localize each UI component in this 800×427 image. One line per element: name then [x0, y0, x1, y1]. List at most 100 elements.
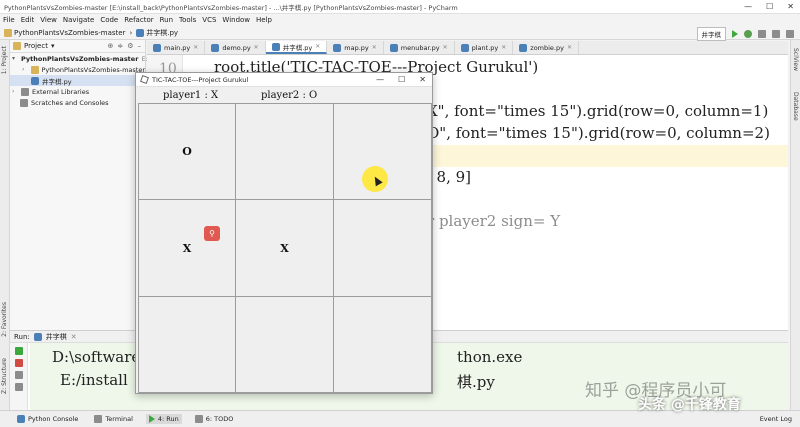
menu-help[interactable]: Help	[256, 16, 272, 24]
tab-demo[interactable]: demo.py ✕	[205, 41, 266, 54]
close-tab-icon[interactable]: ✕	[315, 43, 320, 50]
favorites-tool-button[interactable]: 2: Favorites	[1, 302, 8, 337]
close-tab-icon[interactable]: ✕	[443, 44, 448, 51]
todo-label: 6: TODO	[205, 415, 234, 423]
tree-item-file[interactable]: 井字棋.py	[10, 75, 145, 86]
tictactoe-window: TIC-TAC-TOE---Project Gurukul — ☐ ✕ play…	[135, 72, 433, 394]
menu-refactor[interactable]: Refactor	[124, 16, 153, 24]
sciview-tool-button[interactable]: SciView	[792, 48, 799, 71]
database-tool-button[interactable]: Database	[792, 92, 799, 121]
menu-window[interactable]: Window	[222, 16, 250, 24]
event-log-button[interactable]: Event Log	[760, 415, 792, 423]
project-panel: Project ▾ ⊕ ≑ ⚙ – ▾ PythonPlantsVsZombie…	[10, 40, 150, 330]
close-tab-icon[interactable]: ✕	[254, 44, 259, 51]
hide-icon[interactable]: –	[138, 42, 142, 50]
folder-icon	[30, 65, 39, 74]
debug-icon[interactable]	[744, 30, 752, 38]
player1-label: player1 : X	[163, 90, 219, 101]
project-panel-title[interactable]: Project	[24, 42, 48, 50]
menu-run[interactable]: Run	[160, 16, 173, 24]
board-cell-8[interactable]	[235, 296, 334, 393]
locate-icon[interactable]: ⊕	[107, 42, 113, 50]
menu-view[interactable]: View	[40, 16, 57, 24]
project-tool-button[interactable]: 1: Project	[1, 46, 8, 74]
tab-plant[interactable]: plant.py ✕	[455, 41, 514, 54]
close-tab-icon[interactable]: ✕	[372, 44, 377, 51]
chevron-right-icon[interactable]: ›	[12, 88, 18, 95]
close-tab-icon[interactable]: ✕	[193, 44, 198, 51]
coverage-icon[interactable]	[758, 30, 766, 38]
tree-item-external-libraries[interactable]: › External Libraries	[10, 86, 145, 97]
rerun-icon[interactable]	[15, 347, 23, 355]
structure-tool-button[interactable]: Z: Structure	[1, 358, 8, 394]
search-everywhere-icon[interactable]	[786, 30, 794, 38]
tab-map[interactable]: map.py ✕	[327, 41, 384, 54]
terminal-button[interactable]: Terminal	[91, 414, 135, 424]
menu-edit[interactable]: Edit	[21, 16, 35, 24]
close-button[interactable]: ✕	[787, 2, 794, 11]
tree-item-subfolder[interactable]: › PythonPlantsVsZombies-master	[10, 64, 145, 75]
chevron-right-icon[interactable]: ›	[22, 66, 28, 73]
python-file-icon	[389, 43, 398, 52]
tab-zombie[interactable]: zombie.py ✕	[513, 41, 580, 54]
tree-item-external-libraries-label: External Libraries	[32, 87, 90, 96]
stop-icon[interactable]	[15, 359, 23, 367]
menu-vcs[interactable]: VCS	[202, 16, 216, 24]
board-cell-6[interactable]	[333, 199, 432, 297]
tab-main[interactable]: main.py ✕	[147, 41, 206, 54]
breadcrumb-separator: ›	[129, 28, 133, 37]
breadcrumb-project-label: PythonPlantsVsZombies-master	[14, 28, 126, 37]
console-line-2a: E:/install	[60, 371, 128, 389]
python-console-button[interactable]: Python Console	[14, 414, 81, 424]
gear-icon[interactable]: ⚙	[127, 42, 133, 50]
print-icon[interactable]	[15, 383, 23, 391]
scroll-to-end-icon[interactable]	[15, 371, 23, 379]
board-cell-1[interactable]: O	[138, 103, 236, 200]
tab-menubar-label: menubar.py	[400, 43, 440, 52]
window-title: PythonPlantsVsZombies-master [E:\install…	[4, 3, 458, 12]
right-tool-stripe: SciView Database	[790, 40, 800, 410]
python-file-icon	[460, 43, 469, 52]
tab-menubar[interactable]: menubar.py ✕	[384, 41, 455, 54]
maximize-button[interactable]: ☐	[398, 75, 405, 84]
menu-tools[interactable]: Tools	[179, 16, 196, 24]
stop-icon[interactable]	[772, 30, 780, 38]
board-cell-5[interactable]: X	[235, 199, 334, 297]
python-file-icon	[271, 42, 280, 51]
run-icon[interactable]	[732, 30, 738, 38]
breadcrumb-file[interactable]: 井字棋.py	[136, 28, 178, 38]
close-tab-icon[interactable]: ✕	[71, 333, 77, 341]
tree-item-file-label: 井字棋.py	[42, 77, 72, 86]
python-file-icon	[31, 76, 39, 85]
chevron-down-icon[interactable]: ▾	[12, 55, 15, 62]
board-cell-2[interactable]	[235, 103, 334, 200]
collapse-icon[interactable]: ≑	[117, 42, 123, 50]
python-file-icon	[153, 43, 161, 52]
minimize-button[interactable]: —	[744, 2, 752, 11]
tree-item-scratches[interactable]: Scratches and Consoles	[10, 97, 145, 108]
run-config-select[interactable]: 井字棋	[696, 27, 726, 41]
board-cell-4[interactable]: X	[138, 199, 236, 297]
close-tab-icon[interactable]: ✕	[501, 44, 506, 51]
close-button[interactable]: ✕	[419, 75, 426, 84]
minimize-button[interactable]: —	[376, 75, 384, 84]
tab-tictactoe[interactable]: 井字棋.py ✕	[265, 41, 328, 54]
menu-navigate[interactable]: Navigate	[63, 16, 94, 24]
player-labels: player1 : X player2 : O	[136, 89, 434, 103]
board-cell-9[interactable]	[333, 296, 432, 393]
run-tool-button[interactable]: 4: Run	[145, 414, 182, 424]
maximize-button[interactable]: ☐	[766, 2, 773, 11]
close-tab-icon[interactable]: ✕	[567, 44, 572, 51]
search-overlay-button[interactable]: ⚲	[204, 226, 220, 241]
console-line-1a: D:\software	[52, 348, 141, 366]
menu-file[interactable]: File	[3, 16, 15, 24]
run-tab[interactable]: 井字棋	[46, 332, 67, 342]
tree-item-root[interactable]: ▾ PythonPlantsVsZombies-master E:\	[10, 53, 150, 64]
board-cell-7[interactable]	[138, 296, 236, 393]
todo-button[interactable]: 6: TODO	[192, 414, 237, 424]
tree-item-subfolder-label: PythonPlantsVsZombies-master	[41, 65, 145, 74]
menu-code[interactable]: Code	[100, 16, 118, 24]
run-tool-label: 4: Run	[157, 415, 179, 423]
breadcrumb-project[interactable]: PythonPlantsVsZombies-master	[4, 28, 126, 37]
project-view-dropdown-icon[interactable]: ▾	[51, 42, 55, 50]
